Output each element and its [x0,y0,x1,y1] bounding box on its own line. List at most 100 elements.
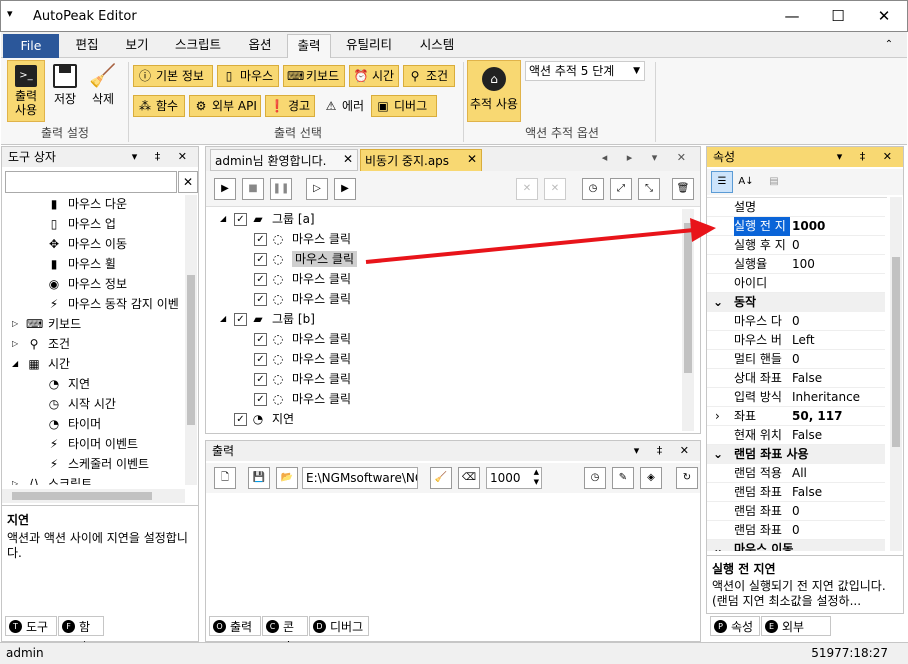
enabled-checkbox[interactable]: ✓ [254,353,267,366]
property-value[interactable]: 50, 117 [792,407,842,426]
new-file-icon[interactable]: 🗋 [214,467,236,489]
panel-tools[interactable]: ▾ ‡ ✕ [132,147,194,167]
expander-icon[interactable]: ◢ [12,354,18,374]
property-value[interactable]: Inheritance [792,388,860,407]
property-category[interactable]: ⌄ 마우스 이동 [707,540,885,551]
system-menu-icon[interactable]: ▾ [7,7,13,20]
properties-scrollbar[interactable] [890,197,902,551]
output-path-input[interactable]: E:\NGMsoftware\NG [302,467,418,489]
action-row[interactable]: ✓ ◌ 마우스 클릭 [254,329,351,349]
action-row[interactable]: ✓ ◌ 마우스 클릭 [254,229,351,249]
toolbox-item[interactable]: ✥ 마우스 이동 [46,234,127,254]
property-value[interactable]: 1000 [792,217,825,236]
close-icon[interactable]: ✕ [467,152,477,166]
enabled-checkbox[interactable]: ✓ [254,373,267,386]
sort-az-icon[interactable]: A↓ [735,171,757,193]
tab-system[interactable]: 시스템 [407,34,467,58]
property-row[interactable]: 랜덤 좌표 0 [707,521,885,540]
property-row[interactable]: 현재 위치 False [707,426,885,445]
tab-output[interactable]: 출력 [287,34,331,58]
property-value[interactable]: 0 [792,350,800,369]
chevron-down-icon[interactable]: ⌄ [713,293,723,312]
property-value[interactable]: 0 [792,312,800,331]
enabled-checkbox[interactable]: ✓ [254,293,267,306]
debug-button[interactable]: ▣ 디버그 [371,95,437,117]
expander-icon[interactable]: ◢ [220,309,226,329]
action-row[interactable]: ✓ ◌ 마우스 클릭 [254,289,351,309]
close-button[interactable]: ✕ [861,1,907,32]
tab-functions[interactable]: F함수 [58,616,104,654]
expand-icon[interactable]: ⤢ [610,178,632,200]
collapse-ribbon-icon[interactable]: ⌃ [879,34,899,58]
enabled-checkbox[interactable]: ✓ [254,273,267,286]
tab-view[interactable]: 보기 [113,34,161,58]
external-api-button[interactable]: ⚙ 외부 API [189,95,261,117]
tab-script[interactable]: 스크립트 [163,34,233,58]
action-row[interactable]: ✓ ◌ 마우스 클릭 [254,389,351,409]
property-row[interactable]: 입력 방식 Inheritance [707,388,885,407]
toolbox-item[interactable]: ▷ ⚲ 조건 [12,334,70,354]
tab-external-api[interactable]: E외부 API [761,616,831,654]
property-category[interactable]: ⌄ 랜덤 좌표 사용 [707,445,885,464]
action-row[interactable]: ✓ ◌ 마우스 클릭 [254,349,351,369]
clock-icon[interactable]: ◷ [584,467,606,489]
brush-icon[interactable]: ✎ [612,467,634,489]
property-value[interactable]: All [792,464,807,483]
refresh-icon[interactable]: ↻ [676,467,698,489]
categorized-icon[interactable]: ☰ [711,171,733,193]
output-log-area[interactable] [206,493,700,613]
clear-button[interactable]: 🧹 삭제 [85,64,121,116]
toolbox-search-input[interactable] [5,171,177,193]
stop-icon[interactable]: ■ [242,178,264,200]
action-row[interactable]: ✓ ◌ 마우스 클릭 [254,269,351,289]
toolbox-hscrollbar[interactable] [2,489,185,503]
property-row[interactable]: 아이디 [707,274,885,293]
tab-async-stop[interactable]: 비동기 중지.aps ✕ [360,149,482,171]
property-value[interactable]: False [792,426,822,445]
property-row[interactable]: 실행 전 지 1000 [707,217,885,236]
minimize-button[interactable]: — [769,1,815,32]
property-row[interactable]: 상대 좌표 False [707,369,885,388]
enabled-checkbox[interactable]: ✓ [234,213,247,226]
disabled-x-icon[interactable]: ✕ [516,178,538,200]
property-value[interactable]: 0 [792,502,800,521]
panel-tools[interactable]: ▾ ‡ ✕ [634,441,696,461]
property-row[interactable]: 실행 후 지 0 [707,236,885,255]
run-step-icon[interactable]: ▶ [334,178,356,200]
tab-debug[interactable]: D 디버그 [309,616,369,636]
property-row[interactable]: 설명 [707,198,885,217]
expander-icon[interactable]: ◢ [220,209,226,229]
tab-tools[interactable]: T 도구 [5,616,57,636]
property-row[interactable]: 마우스 다 0 [707,312,885,331]
stepper-arrows-icon[interactable]: ▲ ▼ [534,467,539,487]
property-category[interactable]: ⌄ 동작 [707,293,885,312]
toolbox-item[interactable]: ▯ 마우스 업 [46,214,116,234]
enabled-checkbox[interactable]: ✓ [254,333,267,346]
delay-row[interactable]: ✓ ◔ 지연 [234,409,294,429]
maximize-button[interactable]: ☐ [815,1,861,32]
chevron-down-icon[interactable]: ⌄ [713,540,723,551]
property-row[interactable]: 랜덤 적용 All [707,464,885,483]
property-row[interactable]: 실행율 100 [707,255,885,274]
enabled-checkbox[interactable]: ✓ [254,233,267,246]
trace-use-button[interactable]: ⌂ 추적 사용 [467,60,521,122]
toolbox-item[interactable]: ◔ 지연 [46,374,90,394]
tab-utility[interactable]: 유틸리티 [335,34,403,58]
disabled-x-icon[interactable]: ✕ [544,178,566,200]
property-value[interactable]: 0 [792,521,800,540]
tab-properties[interactable]: P 속성 [710,616,760,636]
clear-icon[interactable]: 🧹 [430,467,452,489]
tab-nav-icons[interactable]: ◂ ▸ ▾ ✕ [602,151,694,164]
basic-info-button[interactable]: ⓘ 기본 정보 [133,65,213,87]
property-row[interactable]: 마우스 버 Left [707,331,885,350]
property-row[interactable]: 랜덤 좌표 False [707,483,885,502]
collapse-icon[interactable]: ⤡ [638,178,660,200]
group-row[interactable]: ◢ ✓ ▰ 그룹 [b] [220,309,315,329]
error-button[interactable]: ⚠ 에러 [319,95,367,117]
expander-icon[interactable]: ▷ [12,474,18,485]
toolbox-item[interactable]: ⚡ 마우스 동작 감지 이벤 [46,294,179,314]
chevron-right-icon[interactable]: › [715,407,720,426]
tab-console[interactable]: C콘솔 [262,616,308,654]
expander-icon[interactable]: ▷ [12,314,18,334]
open-folder-icon[interactable]: 📂 [276,467,298,489]
